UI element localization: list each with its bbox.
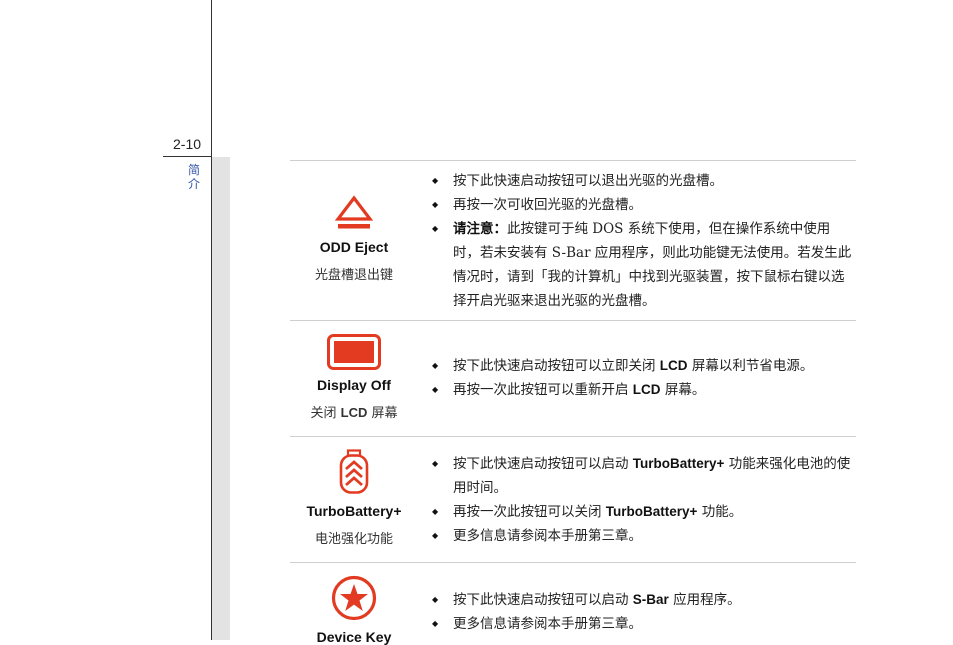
text: 再按一次此按钮可以重新开启 <box>453 382 633 398</box>
text: 再按一次此按钮可以关闭 <box>453 504 606 520</box>
bullet-list: 按下此快速启动按钮可以启动 S-Bar 应用程序。 更多信息请参阅本手册第三章。 <box>432 588 852 636</box>
key-subtitle-bold: LCD <box>340 405 368 420</box>
list-item: 再按一次此按钮可以重新开启 LCD 屏幕。 <box>432 378 852 402</box>
eject-icon <box>334 195 374 229</box>
table-row: Device Key 按下此快速启动按钮可以启动 S-Bar 应用程序。 更多信… <box>290 562 856 645</box>
list-item: 按下此快速启动按钮可以退出光驱的光盘槽。 <box>432 169 852 193</box>
note-label: 请注意： <box>453 221 507 236</box>
list-item: 再按一次可收回光驱的光盘槽。 <box>432 193 852 217</box>
key-name: Display Off <box>317 377 391 393</box>
text-bold: LCD <box>632 382 661 397</box>
key-subtitle: 电池强化功能 <box>314 532 393 547</box>
list-item: 按下此快速启动按钮可以启动 TurboBattery+ 功能来强化电池的使用时间… <box>432 452 852 500</box>
list-item: 按下此快速启动按钮可以立即关闭 LCD 屏幕以利节省电源。 <box>432 354 852 378</box>
key-cell: Device Key <box>290 575 418 645</box>
list-item: 更多信息请参阅本手册第三章。 <box>432 612 852 636</box>
text: 屏幕以利节省电源。 <box>687 358 814 374</box>
table-row: TurboBattery+ 电池强化功能 按下此快速启动按钮可以启动 Turbo… <box>290 436 856 563</box>
page-number: 2-10 <box>173 136 202 152</box>
side-strip <box>212 157 230 640</box>
key-subtitle-post: 屏幕 <box>367 406 398 421</box>
key-subtitle-pre: 关闭 <box>310 406 341 421</box>
star-icon <box>331 575 377 621</box>
list-item: 更多信息请参阅本手册第三章。 <box>432 524 852 548</box>
text: 按下此快速启动按钮可以启动 <box>453 456 633 472</box>
list-item: 请注意：此按键可于纯 DOS 系统下使用，但在操作系统中使用时，若未安装有 S-… <box>432 217 852 313</box>
text: 应用程序。 <box>668 592 741 608</box>
turbo-battery-icon <box>339 449 369 494</box>
text-bold: TurboBattery+ <box>632 456 725 471</box>
key-subtitle: 关闭 LCD 屏幕 <box>290 402 418 421</box>
key-cell: Display Off 关闭 LCD 屏幕 <box>290 333 418 421</box>
list-item: 再按一次此按钮可以关闭 TurboBattery+ 功能。 <box>432 500 852 524</box>
key-name: Device Key <box>316 629 392 645</box>
key-cell: TurboBattery+ 电池强化功能 <box>290 449 418 547</box>
note-text: 此按键可于纯 DOS 系统下使用，但在操作系统中使用时，若未安装有 S-Bar … <box>453 221 852 309</box>
text-bold: LCD <box>659 358 688 373</box>
text: 功能。 <box>697 504 743 520</box>
table-row: Display Off 关闭 LCD 屏幕 按下此快速启动按钮可以立即关闭 LC… <box>290 320 856 437</box>
list-item: 按下此快速启动按钮可以启动 S-Bar 应用程序。 <box>432 588 852 612</box>
bullet-list: 按下此快速启动按钮可以退出光驱的光盘槽。 再按一次可收回光驱的光盘槽。 请注意：… <box>432 169 852 313</box>
bullet-list: 按下此快速启动按钮可以立即关闭 LCD 屏幕以利节省电源。 再按一次此按钮可以重… <box>432 354 852 402</box>
text-bold: S-Bar <box>632 592 669 607</box>
key-subtitle: 光盘槽退出键 <box>314 268 393 283</box>
bullet-list: 按下此快速启动按钮可以启动 TurboBattery+ 功能来强化电池的使用时间… <box>432 452 852 548</box>
text-bold: TurboBattery+ <box>605 504 698 519</box>
chapter-label: 简介 <box>187 163 200 191</box>
key-name: ODD Eject <box>319 239 389 255</box>
key-cell: ODD Eject 光盘槽退出键 <box>290 195 418 283</box>
text: 屏幕。 <box>660 382 706 398</box>
text: 按下此快速启动按钮可以立即关闭 <box>453 358 660 374</box>
table-row: ODD Eject 光盘槽退出键 按下此快速启动按钮可以退出光驱的光盘槽。 再按… <box>290 160 856 321</box>
page-number-rule <box>163 156 211 157</box>
text: 按下此快速启动按钮可以启动 <box>453 592 633 608</box>
key-name: TurboBattery+ <box>306 503 402 519</box>
display-off-icon <box>327 334 381 370</box>
